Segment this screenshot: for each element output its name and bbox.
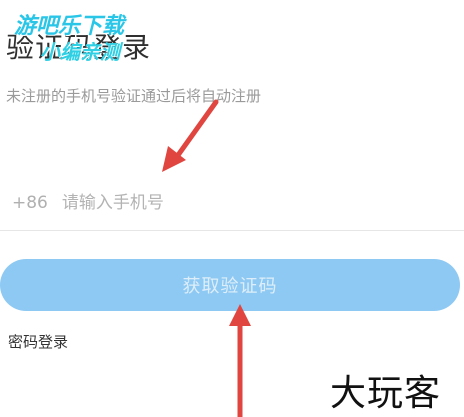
get-verification-code-button[interactable]: 获取验证码 (0, 259, 460, 311)
password-login-link[interactable]: 密码登录 (8, 331, 68, 352)
phone-input-row: +86 (0, 180, 464, 226)
country-code-selector[interactable]: +86 (12, 193, 48, 213)
page-title: 验证码登录 (6, 31, 152, 64)
phone-number-input[interactable] (61, 193, 422, 213)
login-page: 验证码登录 未注册的手机号验证通过后将自动注册 +86 获取验证码 密码登录 游… (0, 0, 464, 417)
arrow-to-button-icon (229, 304, 251, 417)
arrow-to-phone-icon (162, 99, 219, 172)
watermark-bottom: 大玩客 (330, 373, 442, 414)
register-hint: 未注册的手机号验证通过后将自动注册 (6, 87, 262, 105)
phone-divider (0, 230, 464, 231)
